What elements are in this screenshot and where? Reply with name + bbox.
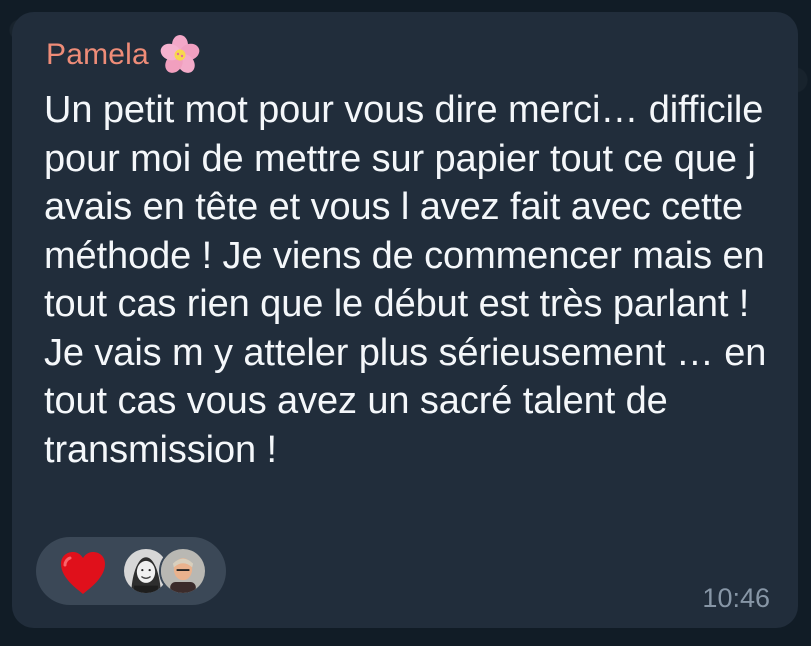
avatar-man[interactable] (159, 547, 207, 595)
sender-name[interactable]: Pamela (46, 40, 149, 70)
message-bubble[interactable]: Pamela Un petit mot pour vous dire merci… (12, 12, 798, 628)
reaction-pill[interactable] (36, 537, 226, 605)
flower-icon (159, 34, 201, 76)
sender-header: Pamela (46, 34, 201, 76)
message-text: Un petit mot pour vous dire merci… diffi… (44, 89, 767, 471)
heart-icon (58, 550, 108, 596)
message-time: 10:46 (702, 583, 770, 613)
